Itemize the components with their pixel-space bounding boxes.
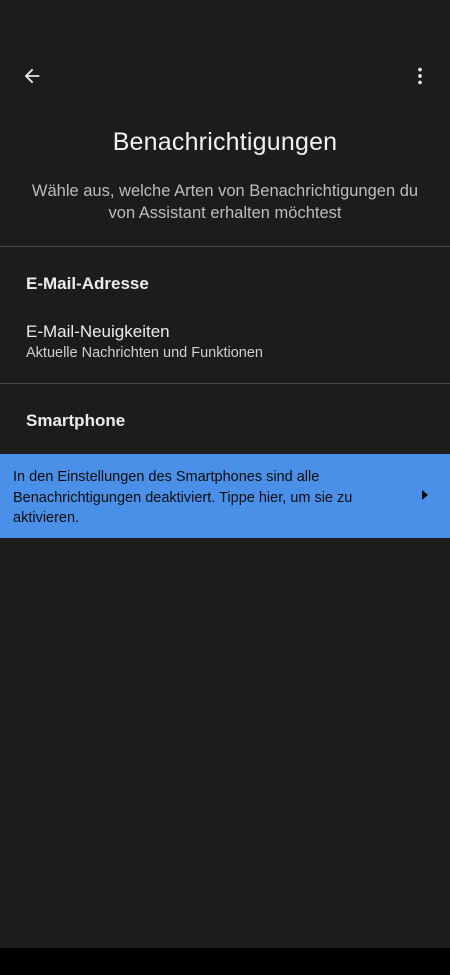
more-vertical-icon: [418, 67, 422, 85]
setting-email-news-subtitle: Aktuelle Nachrichten und Funktionen: [26, 345, 263, 361]
divider: [0, 383, 450, 384]
notifications-disabled-banner[interactable]: In den Einstellungen des Smartphones sin…: [0, 454, 450, 538]
more-options-button[interactable]: [402, 58, 438, 94]
system-navigation-bar: [0, 948, 450, 975]
page-subtitle: Wähle aus, welche Arten von Benachrichti…: [31, 182, 419, 222]
divider: [0, 246, 450, 247]
notifications-screen: Benachrichtigungen Wähle aus, welche Art…: [0, 0, 450, 975]
page-title: Benachrichtigungen: [112, 128, 338, 156]
app-bar: [0, 52, 450, 100]
section-header-email: E-Mail-Adresse: [26, 274, 149, 293]
setting-email-news-title: E-Mail-Neuigkeiten: [26, 322, 170, 341]
banner-text: In den Einstellungen des Smartphones sin…: [13, 469, 353, 526]
play-arrow-right-icon: [422, 490, 428, 500]
arrow-left-icon: [24, 68, 40, 84]
setting-email-news[interactable]: E-Mail-Neuigkeiten Aktuelle Nachrichten …: [0, 321, 450, 363]
back-button[interactable]: [14, 58, 50, 94]
section-header-smartphone: Smartphone: [26, 411, 126, 430]
